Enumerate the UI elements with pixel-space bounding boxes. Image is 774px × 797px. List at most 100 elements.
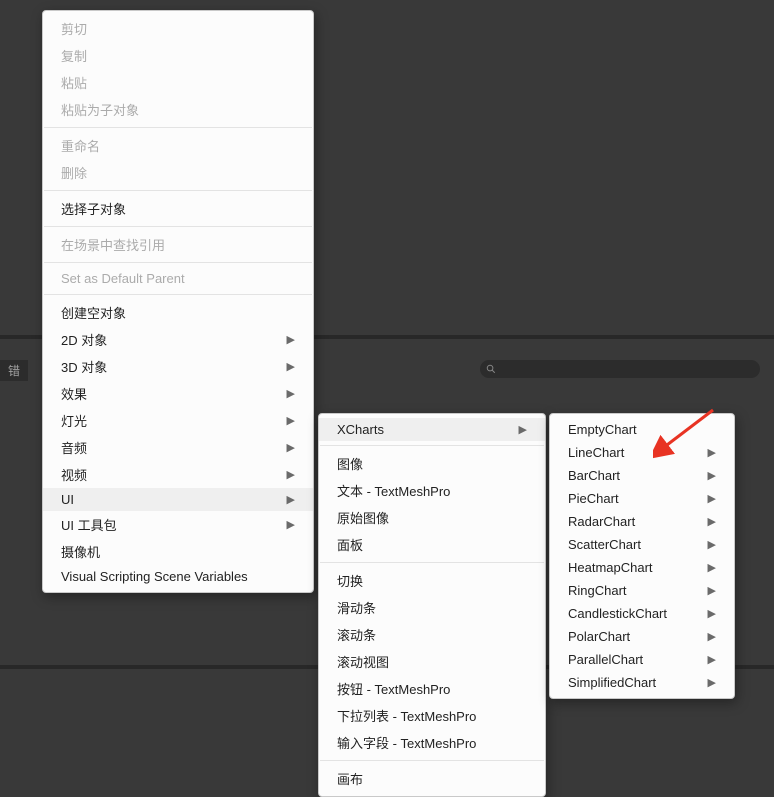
chevron-right-icon: ▶ <box>708 630 716 643</box>
ui-menu-item-1-3[interactable]: 面板 <box>319 531 545 558</box>
ui-menu-item-2-5[interactable]: 下拉列表 - TextMeshPro <box>319 702 545 729</box>
chevron-right-icon: ▶ <box>519 423 527 436</box>
xcharts-menu-item-10[interactable]: ParallelChart ▶ <box>550 648 734 671</box>
menu-item-label: 图像 <box>337 454 363 473</box>
chevron-right-icon: ▶ <box>287 493 295 506</box>
menu-item-label: 视频 <box>61 465 87 484</box>
context-menu-item-1-0: 重命名 <box>43 132 313 159</box>
xcharts-menu-item-4[interactable]: RadarChart▶ <box>550 510 734 533</box>
menu-item-label: SimplifiedChart <box>568 675 656 690</box>
menu-item-label: 按钮 - TextMeshPro <box>337 679 450 698</box>
xcharts-menu-item-5[interactable]: ScatterChart ▶ <box>550 533 734 556</box>
xcharts-menu-item-8[interactable]: CandlestickChart▶ <box>550 602 734 625</box>
context-menu-item-3-0: 在场景中查找引用 <box>43 231 313 258</box>
context-menu-item-5-0[interactable]: 创建空对象 <box>43 299 313 326</box>
menu-separator <box>44 294 312 295</box>
menu-item-label: 3D 对象 <box>61 357 107 376</box>
menu-separator <box>44 190 312 191</box>
menu-item-label: HeatmapChart <box>568 560 653 575</box>
context-menu-item-5-8[interactable]: UI 工具包▶ <box>43 511 313 538</box>
menu-item-label: PieChart <box>568 491 619 506</box>
xcharts-menu-item-11[interactable]: SimplifiedChart ▶ <box>550 671 734 694</box>
menu-item-label: 删除 <box>61 163 87 182</box>
chevron-right-icon: ▶ <box>708 469 716 482</box>
chevron-right-icon: ▶ <box>708 446 716 459</box>
menu-item-label: 滚动视图 <box>337 652 389 671</box>
menu-item-label: 切换 <box>337 571 363 590</box>
context-menu-item-5-9[interactable]: 摄像机 <box>43 538 313 565</box>
chevron-right-icon: ▶ <box>287 387 295 400</box>
context-menu-item-5-2[interactable]: 3D 对象 ▶ <box>43 353 313 380</box>
menu-item-label: 剪切 <box>61 19 87 38</box>
menu-item-label: 2D 对象 <box>61 330 107 349</box>
ui-menu-item-2-1[interactable]: 滑动条 <box>319 594 545 621</box>
ui-menu-item-2-0[interactable]: 切换 <box>319 567 545 594</box>
menu-item-label: 输入字段 - TextMeshPro <box>337 733 476 752</box>
menu-separator <box>320 562 544 563</box>
ui-menu-item-2-3[interactable]: 滚动视图 <box>319 648 545 675</box>
ui-menu-item-2-2[interactable]: 滚动条 <box>319 621 545 648</box>
menu-item-label: 文本 - TextMeshPro <box>337 481 450 500</box>
ui-menu-item-1-0[interactable]: 图像 <box>319 450 545 477</box>
ui-menu-item-3-0[interactable]: 画布 <box>319 765 545 792</box>
chevron-right-icon: ▶ <box>708 538 716 551</box>
menu-item-label: UI <box>61 492 74 507</box>
menu-item-label: ScatterChart <box>568 537 641 552</box>
search-input[interactable] <box>480 360 760 378</box>
ui-menu-item-2-4[interactable]: 按钮 - TextMeshPro <box>319 675 545 702</box>
menu-item-label: LineChart <box>568 445 624 460</box>
menu-separator <box>44 226 312 227</box>
menu-item-label: 效果 <box>61 384 87 403</box>
context-menu-item-5-4[interactable]: 灯光▶ <box>43 407 313 434</box>
context-menu-item-0-1: 复制 <box>43 42 313 69</box>
context-menu-item-5-5[interactable]: 音频▶ <box>43 434 313 461</box>
menu-separator <box>44 262 312 263</box>
context-menu-item-5-10[interactable]: Visual Scripting Scene Variables <box>43 565 313 588</box>
menu-item-label: 面板 <box>337 535 363 554</box>
context-menu-item-5-1[interactable]: 2D 对象 ▶ <box>43 326 313 353</box>
ui-menu-item-1-2[interactable]: 原始图像 <box>319 504 545 531</box>
chevron-right-icon: ▶ <box>708 561 716 574</box>
chevron-right-icon: ▶ <box>708 515 716 528</box>
xcharts-menu-item-1[interactable]: LineChart ▶ <box>550 441 734 464</box>
context-menu-item-5-3[interactable]: 效果 ▶ <box>43 380 313 407</box>
submenu-xcharts: EmptyChartLineChart▶BarChart▶PieChart▶Ra… <box>549 413 735 699</box>
menu-separator <box>320 445 544 446</box>
menu-item-label: RingChart <box>568 583 627 598</box>
context-menu-item-5-7[interactable]: UI ▶ <box>43 488 313 511</box>
chevron-right-icon: ▶ <box>708 676 716 689</box>
context-menu-root: 剪切复制粘贴粘贴为子对象重命名删除选择子对象在场景中查找引用Set as Def… <box>42 10 314 593</box>
xcharts-menu-item-0[interactable]: EmptyChart <box>550 418 734 441</box>
menu-item-label: ParallelChart <box>568 652 643 667</box>
menu-item-label: EmptyChart <box>568 422 637 437</box>
menu-item-label: 下拉列表 - TextMeshPro <box>337 706 476 725</box>
menu-item-label: 滑动条 <box>337 598 376 617</box>
search-icon <box>486 364 496 374</box>
menu-item-label: 原始图像 <box>337 508 389 527</box>
chevron-right-icon: ▶ <box>708 607 716 620</box>
menu-item-label: Set as Default Parent <box>61 271 185 286</box>
xcharts-menu-item-9[interactable]: PolarChart▶ <box>550 625 734 648</box>
menu-item-label: 选择子对象 <box>61 199 126 218</box>
menu-item-label: 画布 <box>337 769 363 788</box>
chevron-right-icon: ▶ <box>287 360 295 373</box>
xcharts-menu-item-3[interactable]: PieChart▶ <box>550 487 734 510</box>
chevron-right-icon: ▶ <box>708 653 716 666</box>
ui-menu-item-1-1[interactable]: 文本 - TextMeshPro <box>319 477 545 504</box>
menu-item-label: 滚动条 <box>337 625 376 644</box>
context-menu-item-5-6[interactable]: 视频 ▶ <box>43 461 313 488</box>
chevron-right-icon: ▶ <box>287 468 295 481</box>
menu-item-label: 音频 <box>61 438 87 457</box>
ui-menu-item-2-6[interactable]: 输入字段 - TextMeshPro <box>319 729 545 756</box>
context-menu-item-2-0[interactable]: 选择子对象 <box>43 195 313 222</box>
chevron-right-icon: ▶ <box>287 333 295 346</box>
context-menu-item-0-0: 剪切 <box>43 15 313 42</box>
xcharts-menu-item-7[interactable]: RingChart▶ <box>550 579 734 602</box>
ui-menu-item-0-0[interactable]: XCharts ▶ <box>319 418 545 441</box>
menu-item-label: XCharts <box>337 422 384 437</box>
xcharts-menu-item-6[interactable]: HeatmapChart ▶ <box>550 556 734 579</box>
console-tab[interactable]: 错 <box>0 360 28 381</box>
xcharts-menu-item-2[interactable]: BarChart▶ <box>550 464 734 487</box>
menu-item-label: 创建空对象 <box>61 303 126 322</box>
menu-separator <box>44 127 312 128</box>
